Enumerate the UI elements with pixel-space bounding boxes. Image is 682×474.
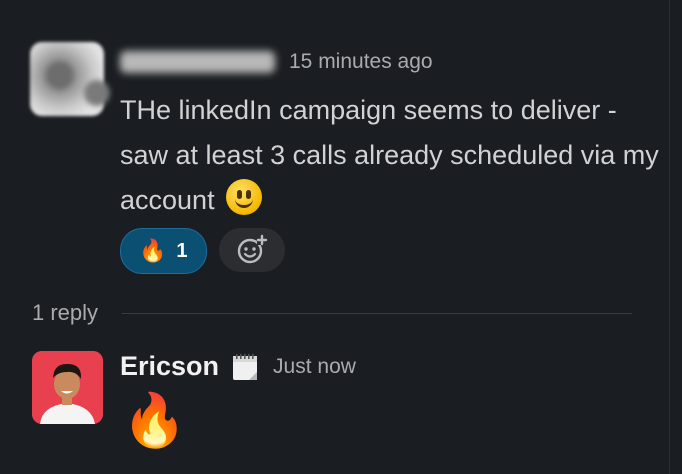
reactions-bar: 🔥 1 [120,228,285,274]
add-reaction-icon [237,234,267,264]
message-timestamp[interactable]: 15 minutes ago [289,50,433,73]
add-reaction-button[interactable] [218,228,285,272]
presence-indicator [84,80,110,106]
divider-line [122,312,632,314]
slightly-smiling-face-icon [226,179,263,215]
fire-icon: 🔥 [139,238,167,263]
reaction-count: 1 [176,239,188,262]
message-body: THe linkedIn campaign seems to deliver -… [120,95,659,215]
reaction-fire[interactable]: 🔥 1 [120,228,207,274]
thread-divider: 1 reply [32,300,632,326]
avatar[interactable] [30,42,110,116]
reply-author[interactable]: Ericson [120,351,219,382]
message-header: 15 minutes ago [120,50,433,74]
calendar-icon [233,353,258,380]
reply-message: Ericson Just now 🔥 [32,351,632,461]
author-name-redacted[interactable] [120,51,275,73]
fire-icon: 🔥 [122,392,187,450]
avatar[interactable] [32,351,103,424]
reply-timestamp[interactable]: Just now [273,355,356,379]
reply-header: Ericson Just now [120,351,356,382]
vertical-scrollbar[interactable] [669,0,682,474]
message-text: THe linkedIn campaign seems to deliver -… [120,88,660,223]
reply-count[interactable]: 1 reply [32,300,98,326]
